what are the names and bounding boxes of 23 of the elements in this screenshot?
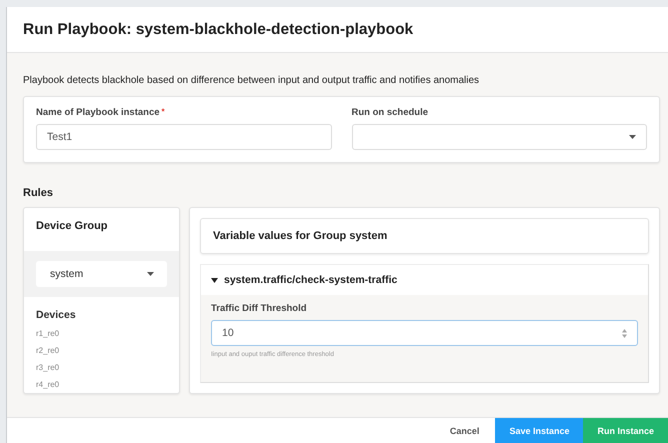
device-item: r2_re0 [35, 345, 60, 357]
name-field[interactable]: Test1 [36, 124, 332, 150]
spinner-icon [622, 328, 627, 338]
required-mark: * [162, 107, 165, 116]
panel-title: Device Group [35, 219, 109, 234]
field-label: Run on schedule [352, 107, 428, 118]
device-item: r4_re0 [35, 379, 60, 391]
field-label: Traffic Diff Threshold [211, 303, 308, 314]
schedule-dropdown[interactable] [352, 124, 647, 150]
device-item: r1_re0 [35, 328, 60, 340]
group-dropdown[interactable]: system [36, 261, 167, 287]
dialog-title: Run Playbook: system-blackhole-detection-playbook [23, 20, 414, 38]
panel-title: Variable values for Group system [200, 218, 649, 254]
cancel-button[interactable]: Cancel [434, 418, 496, 443]
caret-icon [147, 272, 154, 276]
caret-icon [211, 278, 218, 282]
threshold-field[interactable]: 10 [211, 320, 638, 346]
section-title: Rules [23, 187, 54, 199]
device-item: r3_re0 [35, 362, 60, 374]
devices-title: Devices [35, 308, 77, 323]
description: Playbook detects blackhole based on difference between input and output traffic and notifies anomalies [23, 75, 480, 86]
field-label: Name of Playbook instance [36, 107, 160, 118]
caret-icon [629, 135, 636, 139]
